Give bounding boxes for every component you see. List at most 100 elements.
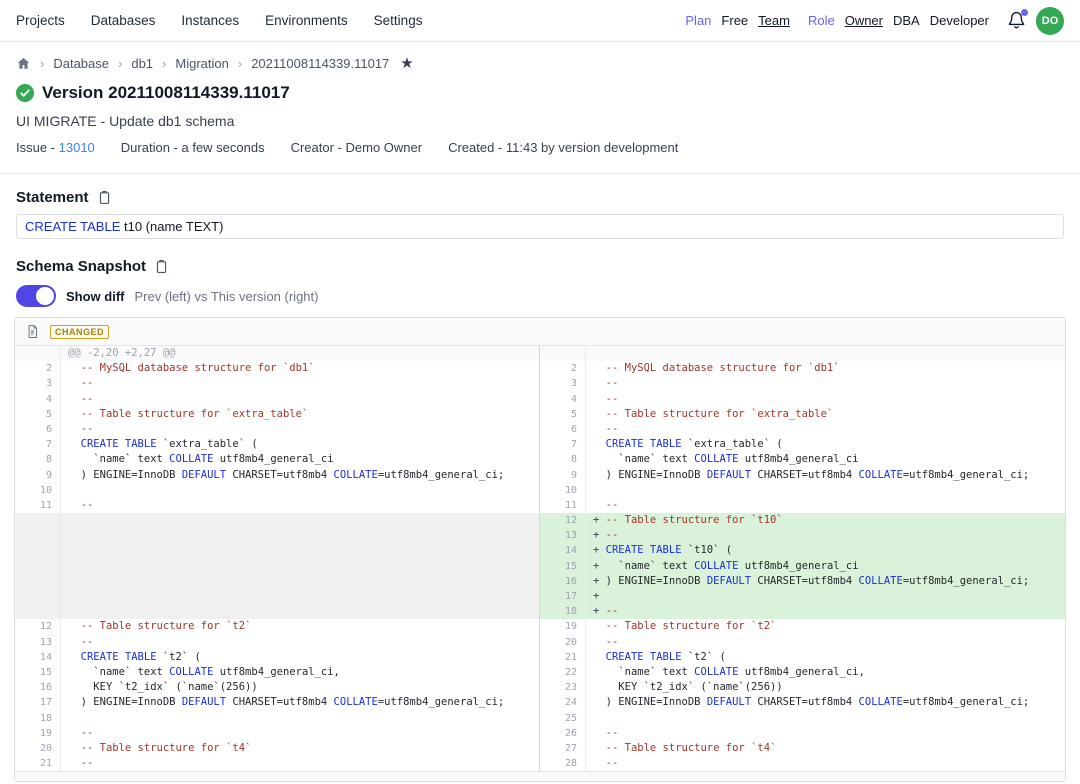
- diff-row: 9 ) ENGINE=InnoDB DEFAULT CHARSET=utf8mb…: [540, 468, 1065, 483]
- code-line: -- Table structure for `extra_table`: [61, 407, 539, 422]
- diff-row: 13+ --: [540, 528, 1065, 543]
- diff-row: [15, 604, 539, 619]
- nav-environments[interactable]: Environments: [265, 13, 348, 28]
- diff-row: 14 CREATE TABLE `t2` (: [15, 650, 539, 665]
- code-line: [61, 589, 539, 604]
- snapshot-heading: Schema Snapshot: [16, 258, 146, 275]
- line-number: [15, 574, 61, 589]
- breadcrumb-migration[interactable]: Migration: [175, 56, 228, 71]
- diff-pane-previous: @@ -2,20 +2,27 @@2 -- MySQL database str…: [15, 346, 540, 771]
- nav-instances[interactable]: Instances: [181, 13, 239, 28]
- code-line: KEY `t2_idx` (`name`(256)): [61, 680, 539, 695]
- code-line: --: [586, 392, 1065, 407]
- diff-row: 4 --: [15, 392, 539, 407]
- code-line: + --: [586, 528, 1065, 543]
- line-number: 15: [15, 665, 61, 680]
- diff-row: 4 --: [540, 392, 1065, 407]
- copy-snapshot-icon[interactable]: [154, 259, 169, 274]
- diff-row: 2 -- MySQL database structure for `db1`: [540, 361, 1065, 376]
- diff-row: 15 `name` text COLLATE utf8mb4_general_c…: [15, 665, 539, 680]
- code-line: + --: [586, 604, 1065, 619]
- code-line: CREATE TABLE `extra_table` (: [61, 437, 539, 452]
- nav-projects[interactable]: Projects: [16, 13, 65, 28]
- line-number: 9: [15, 468, 61, 483]
- code-line: CREATE TABLE `t2` (: [61, 650, 539, 665]
- diff-row: 20 -- Table structure for `t4`: [15, 741, 539, 756]
- code-line: --: [61, 726, 539, 741]
- avatar[interactable]: DO: [1036, 7, 1064, 35]
- breadcrumb-separator: ›: [238, 56, 242, 71]
- line-number: 8: [15, 452, 61, 467]
- code-line: -- MySQL database structure for `db1`: [586, 361, 1065, 376]
- diff-pane-current: 2 -- MySQL database structure for `db1`3…: [540, 346, 1065, 771]
- diff-row: 9 ) ENGINE=InnoDB DEFAULT CHARSET=utf8mb…: [15, 468, 539, 483]
- code-line: --: [586, 756, 1065, 771]
- line-number: [15, 513, 61, 528]
- line-number: 10: [540, 483, 586, 498]
- code-line: --: [586, 498, 1065, 513]
- line-number: 5: [15, 407, 61, 422]
- diff-header: CHANGED: [15, 318, 1065, 346]
- diff-row: 6 --: [540, 422, 1065, 437]
- line-number: [15, 528, 61, 543]
- toggle-knob: [36, 287, 54, 305]
- bookmark-star-icon[interactable]: ★: [400, 54, 413, 72]
- breadcrumb-database[interactable]: Database: [53, 56, 109, 71]
- version-meta-row: Issue - 13010 Duration - a few seconds C…: [0, 138, 1080, 156]
- home-icon[interactable]: [16, 56, 31, 71]
- version-title-row: Version 20211008114339.11017: [0, 82, 1080, 104]
- diff-row: 8 `name` text COLLATE utf8mb4_general_ci: [15, 452, 539, 467]
- copy-statement-icon[interactable]: [97, 190, 112, 205]
- notification-bell-icon[interactable]: [1007, 11, 1026, 30]
- diff-row: @@ -2,20 +2,27 @@: [15, 346, 539, 361]
- line-number: 19: [540, 619, 586, 634]
- code-line: [61, 513, 539, 528]
- line-number: 19: [15, 726, 61, 741]
- code-line: --: [61, 498, 539, 513]
- code-line: -- Table structure for `t4`: [586, 741, 1065, 756]
- page-title: Version 20211008114339.11017: [42, 83, 290, 103]
- line-number: 3: [15, 376, 61, 391]
- code-line: [61, 528, 539, 543]
- diff-row: 10: [15, 483, 539, 498]
- role-developer-link[interactable]: Developer: [930, 13, 989, 28]
- plan-team-link[interactable]: Team: [758, 13, 790, 28]
- breadcrumb-db1[interactable]: db1: [131, 56, 153, 71]
- line-number: 7: [15, 437, 61, 452]
- code-line: -- Table structure for `t4`: [61, 741, 539, 756]
- code-line: + -- Table structure for `t10`: [586, 513, 1065, 528]
- code-line: -- MySQL database structure for `db1`: [61, 361, 539, 376]
- line-number: 28: [540, 756, 586, 771]
- line-number: 11: [15, 498, 61, 513]
- section-divider: [0, 173, 1080, 174]
- code-line: `name` text COLLATE utf8mb4_general_ci: [586, 452, 1065, 467]
- line-number: 8: [540, 452, 586, 467]
- issue-link[interactable]: 13010: [59, 140, 95, 155]
- diff-footer: [15, 771, 1065, 781]
- line-number: 3: [540, 376, 586, 391]
- role-owner-link[interactable]: Owner: [845, 13, 883, 28]
- nav-databases[interactable]: Databases: [91, 13, 156, 28]
- line-number: 20: [15, 741, 61, 756]
- statement-keyword: CREATE TABLE: [25, 219, 120, 234]
- plan-value: Free: [721, 13, 748, 28]
- show-diff-toggle[interactable]: [16, 285, 56, 307]
- diff-row: 15+ `name` text COLLATE utf8mb4_general_…: [540, 559, 1065, 574]
- role-dba-link[interactable]: DBA: [893, 13, 920, 28]
- line-number: 21: [15, 756, 61, 771]
- code-line: CREATE TABLE `t2` (: [586, 650, 1065, 665]
- line-number: 4: [540, 392, 586, 407]
- diff-row: [15, 528, 539, 543]
- code-line: --: [586, 422, 1065, 437]
- line-number: [15, 589, 61, 604]
- line-number: 12: [540, 513, 586, 528]
- breadcrumb-separator: ›: [40, 56, 44, 71]
- success-check-icon: [16, 84, 34, 102]
- diff-row: [15, 574, 539, 589]
- diff-row: 21 CREATE TABLE `t2` (: [540, 650, 1065, 665]
- nav-settings[interactable]: Settings: [374, 13, 423, 28]
- line-number: 10: [15, 483, 61, 498]
- diff-row: 8 `name` text COLLATE utf8mb4_general_ci: [540, 452, 1065, 467]
- diff-row: 5 -- Table structure for `extra_table`: [15, 407, 539, 422]
- breadcrumb-version[interactable]: 20211008114339.11017: [251, 56, 389, 71]
